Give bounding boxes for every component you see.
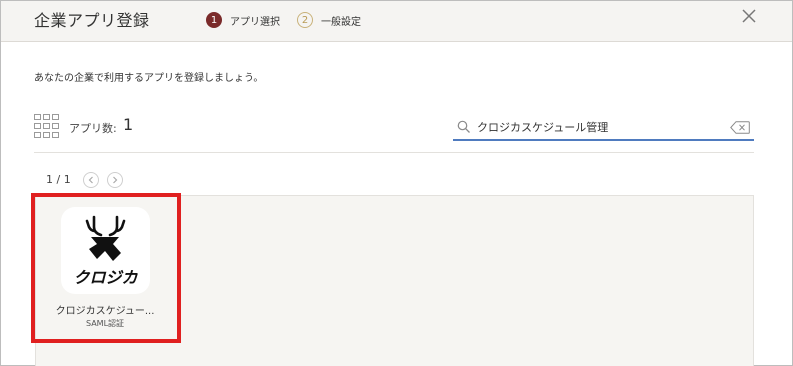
app-card[interactable]: クロジカ クロジカスケジュー... SAML認証 xyxy=(35,196,175,339)
app-count-value: 1 xyxy=(123,115,134,134)
step-label-general-settings: 一般設定 xyxy=(321,16,361,28)
kurojika-logo-icon: クロジカ xyxy=(73,215,138,287)
step-number-1: 1 xyxy=(206,12,222,28)
app-logo: クロジカ xyxy=(61,207,150,294)
step-app-select: 1 アプリ選択 xyxy=(206,12,280,28)
step-general-settings: 2 一般設定 xyxy=(297,12,361,28)
app-auth-type: SAML認証 xyxy=(85,319,125,328)
close-button[interactable] xyxy=(740,7,758,25)
next-page-button[interactable] xyxy=(107,172,123,188)
search-icon xyxy=(457,120,470,133)
step-label-app-select: アプリ選択 xyxy=(230,16,280,28)
grid-icon xyxy=(34,114,59,138)
app-name: クロジカスケジュー... xyxy=(55,306,155,317)
app-logo-text: クロジカ xyxy=(73,268,138,287)
app-count-label: アプリ数: xyxy=(69,122,117,135)
search-box[interactable] xyxy=(453,116,754,141)
dialog-title: 企業アプリ登録 xyxy=(34,11,150,30)
prev-page-button[interactable] xyxy=(83,172,99,188)
chevron-left-icon xyxy=(88,176,93,184)
pagination-text: 1 / 1 xyxy=(46,173,71,186)
close-icon xyxy=(742,9,756,23)
clear-icon[interactable] xyxy=(730,121,750,134)
dialog-header: 企業アプリ登録 1 アプリ選択 2 一般設定 xyxy=(1,1,792,42)
chevron-right-icon xyxy=(113,176,118,184)
description-text: あなたの企業で利用するアプリを登録しましょう。 xyxy=(34,73,264,84)
step-number-2: 2 xyxy=(297,12,313,28)
divider xyxy=(34,152,754,153)
search-input[interactable] xyxy=(477,117,727,137)
